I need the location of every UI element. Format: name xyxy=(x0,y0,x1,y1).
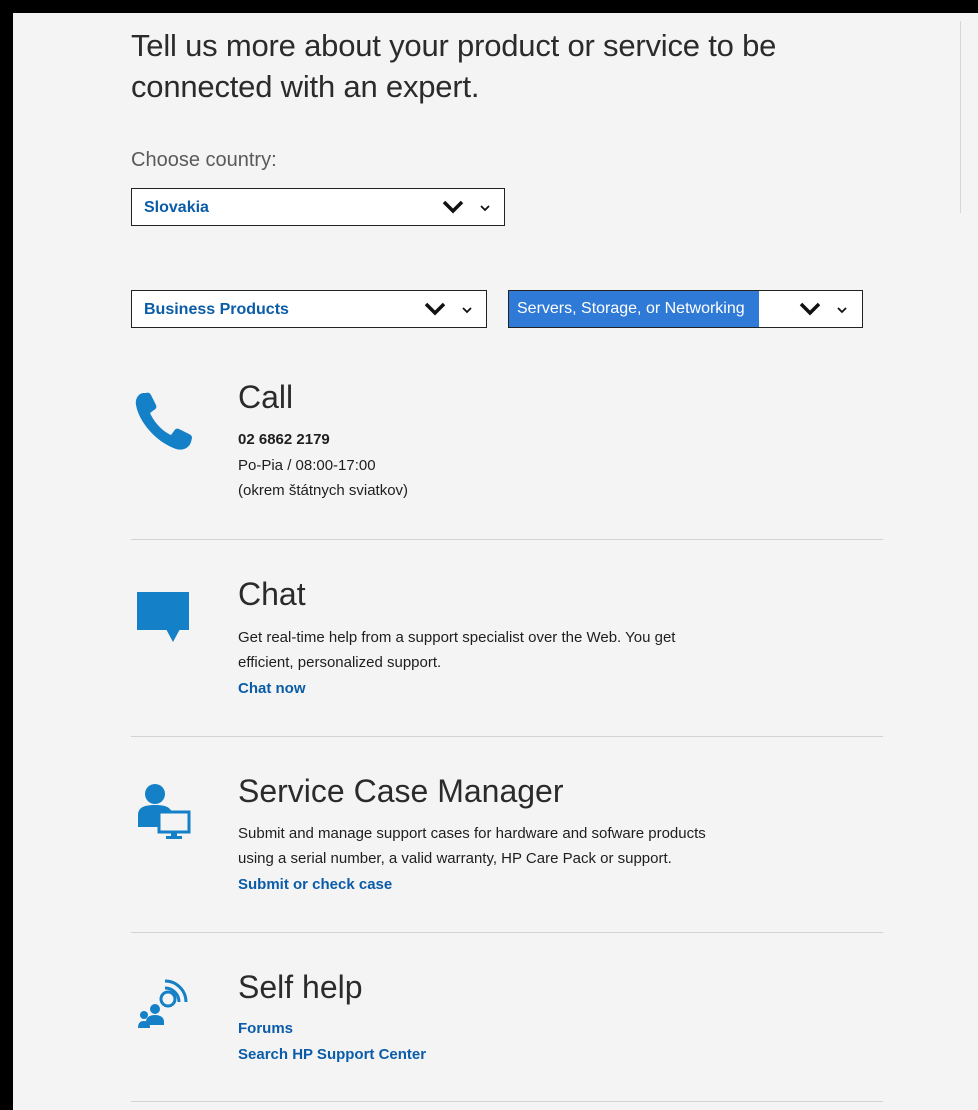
section-divider xyxy=(131,1101,883,1102)
chat-description-line1: Get real-time help from a support specia… xyxy=(238,629,676,646)
page-headline: Tell us more about your product or servi… xyxy=(131,28,777,104)
product-type-select[interactable]: Business Products xyxy=(131,290,487,328)
section-divider xyxy=(131,736,883,737)
service-case-description-line1: Submit and manage support cases for hard… xyxy=(238,825,706,842)
chat-description-line2: efficient, personalized support. xyxy=(238,654,442,671)
chevron-down-icon xyxy=(799,302,821,316)
chat-bubble-icon xyxy=(137,592,189,642)
search-support-center-link[interactable]: Search HP Support Center xyxy=(238,1046,426,1063)
country-select-value: Slovakia xyxy=(144,199,209,216)
section-divider xyxy=(131,932,883,933)
chevron-down-icon xyxy=(424,302,446,316)
call-note: (okrem štátnych sviatkov) xyxy=(238,482,409,499)
scrollbar-track[interactable] xyxy=(960,21,961,213)
chevron-down-icon xyxy=(442,200,464,214)
call-title: Call xyxy=(238,379,294,415)
chevron-down-small-icon xyxy=(837,307,847,314)
choose-country-label: Choose country: xyxy=(131,149,277,171)
call-phone-number: 02 6862 2179 xyxy=(238,431,330,448)
country-select[interactable]: Slovakia xyxy=(131,188,505,226)
phone-icon xyxy=(135,392,192,450)
product-category-select[interactable]: Servers, Storage, or Networking xyxy=(508,290,863,328)
community-icon xyxy=(138,979,188,1028)
product-type-select-value: Business Products xyxy=(144,301,289,318)
chevron-down-small-icon xyxy=(480,205,490,212)
forums-link[interactable]: Forums xyxy=(238,1020,293,1037)
service-case-description-line2: using a serial number, a valid warranty,… xyxy=(238,850,672,867)
support-page: Tell us more about your product or servi… xyxy=(13,13,978,1110)
chevron-down-small-icon xyxy=(462,307,472,314)
product-category-select-value: Servers, Storage, or Networking xyxy=(509,291,759,327)
chat-now-link[interactable]: Chat now xyxy=(238,680,306,697)
chat-title: Chat xyxy=(238,576,306,612)
call-hours: Po-Pia / 08:00-17:00 xyxy=(238,457,376,474)
submit-check-case-link[interactable]: Submit or check case xyxy=(238,876,392,893)
user-computer-icon xyxy=(138,784,191,839)
service-case-title: Service Case Manager xyxy=(238,773,564,809)
self-help-title: Self help xyxy=(238,969,363,1005)
section-divider xyxy=(131,539,883,540)
